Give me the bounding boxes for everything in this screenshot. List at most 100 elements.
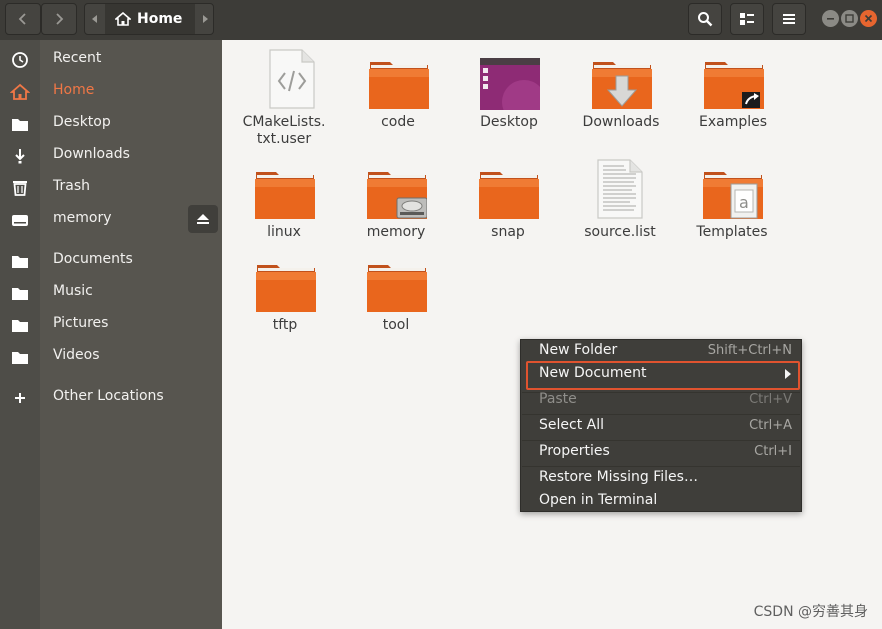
trash-icon [13, 181, 27, 196]
sidebar-item-documents[interactable]: Documents [0, 245, 222, 275]
menu-item-shortcut: Ctrl+V [749, 392, 792, 407]
folder-icon [12, 256, 28, 268]
file-item-examples[interactable]: Examples [681, 48, 785, 148]
sidebar-item-trash[interactable]: Trash [0, 172, 222, 202]
download-icon [15, 149, 25, 164]
clock-icon [12, 52, 28, 68]
folder-icon [256, 265, 316, 312]
menu-item-shortcut: Ctrl+I [754, 444, 792, 459]
folder-icon [12, 352, 28, 364]
path-right-icon[interactable] [201, 14, 209, 24]
highlight-box [526, 361, 800, 390]
file-view[interactable]: CMakeLists. txt.user code Desktop Downlo… [222, 40, 882, 629]
drive-icon [12, 215, 28, 226]
folder-icon [255, 172, 315, 219]
sidebar-item-downloads[interactable]: Downloads [0, 140, 222, 170]
file-label: source.list [584, 224, 656, 240]
file-item-cmakelists[interactable]: CMakeLists. txt.user [232, 48, 336, 158]
menu-item-restore-missing-files[interactable]: Restore Missing Files… [521, 467, 801, 489]
view-toggle-button[interactable] [730, 3, 764, 35]
maximize-icon[interactable] [841, 10, 858, 27]
folder-icon [369, 62, 429, 109]
folder-icon [12, 288, 28, 300]
file-label: Desktop [480, 114, 538, 130]
menu-item-new-folder[interactable]: New Folder Shift+Ctrl+N [521, 340, 801, 362]
menu-item-label: Restore Missing Files… [539, 469, 698, 485]
file-item-downloads[interactable]: Downloads [569, 48, 673, 148]
sidebar-item-label: Desktop [53, 114, 111, 130]
search-icon [698, 12, 713, 27]
file-label: Examples [698, 114, 768, 130]
search-button[interactable] [688, 3, 722, 35]
folder-icon [367, 265, 427, 312]
menu-item-label: Paste [539, 391, 577, 407]
sidebar-item-other-locations[interactable]: Other Locations [0, 382, 222, 412]
menu-item-properties[interactable]: Properties Ctrl+I [521, 441, 801, 463]
path-bar: Home [84, 3, 214, 35]
home-icon [115, 12, 131, 26]
minimize-icon[interactable] [822, 10, 839, 27]
window-controls [822, 10, 878, 30]
sidebar-item-desktop[interactable]: Desktop [0, 108, 222, 138]
file-item-code[interactable]: code [346, 48, 450, 148]
link-folder-icon [704, 62, 764, 109]
file-item-linux[interactable]: linux [232, 158, 336, 258]
file-item-source-list[interactable]: source.list [568, 158, 672, 258]
sidebar-item-recent[interactable]: Recent [0, 44, 222, 74]
menu-item-label: Open in Terminal [539, 492, 658, 508]
file-item-tool[interactable]: tool [344, 251, 448, 351]
desktop-folder-icon [480, 58, 540, 110]
sidebar-item-memory[interactable]: memory [0, 204, 222, 238]
sidebar-item-label: Downloads [53, 146, 130, 162]
forward-icon [56, 13, 64, 25]
menu-item-label: New Folder [539, 342, 618, 358]
menu-item-open-in-terminal[interactable]: Open in Terminal [521, 490, 801, 512]
view-toggle-icon [740, 13, 754, 25]
eject-button[interactable] [188, 205, 218, 233]
file-item-desktop[interactable]: Desktop [457, 48, 561, 148]
eject-icon [197, 214, 209, 224]
back-icon [18, 13, 26, 25]
menu-item-shortcut: Ctrl+A [749, 418, 792, 433]
sidebar-item-videos[interactable]: Videos [0, 341, 222, 371]
drive-folder-icon [367, 172, 427, 219]
close-icon[interactable] [860, 10, 877, 27]
menu-item-label: Properties [539, 443, 610, 459]
sidebar-item-label: Trash [53, 178, 90, 194]
plus-icon [15, 393, 25, 403]
sidebar: Recent Home Desktop Downloads Trash memo… [0, 40, 222, 629]
file-item-tftp[interactable]: tftp [233, 251, 337, 351]
menu-item-label: Select All [539, 417, 604, 433]
forward-button[interactable] [41, 3, 77, 35]
sidebar-item-label: Other Locations [53, 388, 164, 404]
text-file-icon [597, 159, 643, 219]
path-home-label: Home [137, 11, 183, 27]
file-label: tftp [272, 317, 298, 333]
folder-icon [12, 320, 28, 332]
sidebar-item-pictures[interactable]: Pictures [0, 309, 222, 339]
menu-item-shortcut: Shift+Ctrl+N [707, 343, 792, 358]
path-home-segment[interactable]: Home [105, 4, 195, 34]
menu-button[interactable] [772, 3, 806, 35]
sidebar-item-home[interactable]: Home [0, 76, 222, 106]
file-item-snap[interactable]: snap [456, 158, 560, 258]
back-button[interactable] [5, 3, 41, 35]
sidebar-item-label: Music [53, 283, 93, 299]
file-item-templates[interactable]: a Templates [680, 158, 784, 258]
sidebar-item-label: Documents [53, 251, 133, 267]
menu-item-paste: Paste Ctrl+V [521, 389, 801, 411]
sidebar-item-label: memory [53, 210, 112, 226]
downloads-folder-icon [592, 62, 652, 109]
menu-item-select-all[interactable]: Select All Ctrl+A [521, 415, 801, 437]
sidebar-item-music[interactable]: Music [0, 277, 222, 307]
sidebar-item-label: Home [53, 82, 95, 98]
folder-icon [479, 172, 539, 219]
path-left-icon[interactable] [91, 14, 99, 24]
sidebar-item-label: Recent [53, 50, 102, 66]
watermark: CSDN @穷善其身 [753, 604, 868, 620]
file-label: txt.user [256, 131, 312, 147]
file-label: memory [366, 224, 426, 240]
folder-icon [12, 119, 28, 131]
file-label: CMakeLists. [242, 114, 326, 130]
file-item-memory[interactable]: memory [344, 158, 448, 258]
